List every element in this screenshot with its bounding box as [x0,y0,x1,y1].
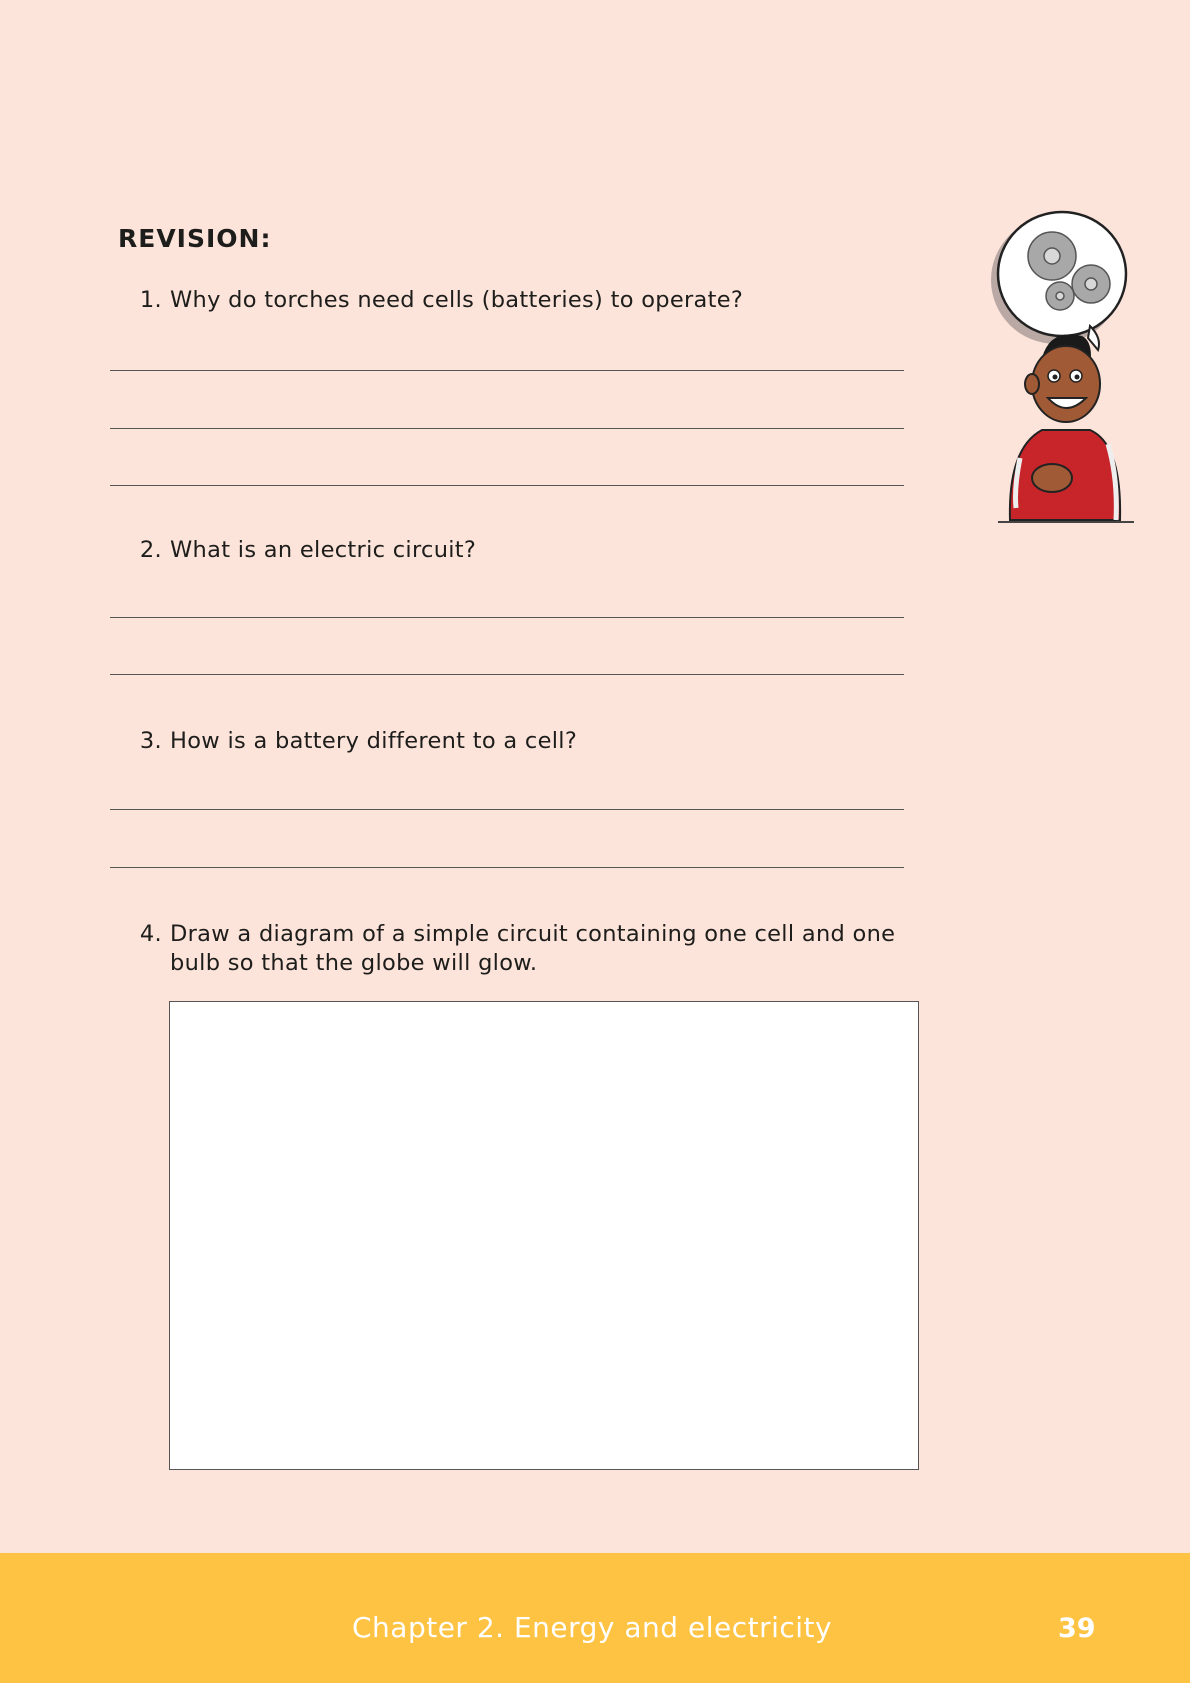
diagram-drawing-box[interactable] [169,1001,919,1470]
answer-line[interactable] [110,617,904,618]
answer-line[interactable] [110,485,904,486]
question-number: 1. [139,287,162,313]
question-number: 4. [139,921,162,947]
question-text-line-2: bulb so that the globe will glow. [170,950,538,976]
answer-line[interactable] [110,428,904,429]
answer-line[interactable] [110,674,904,675]
chapter-title: Chapter 2. Energy and electricity [352,1611,833,1644]
page-number: 39 [1058,1613,1096,1644]
answer-line[interactable] [110,867,904,868]
thinking-boy-mascot-icon [991,210,1134,523]
question-number: 3. [139,728,162,754]
question-text: How is a battery different to a cell? [170,728,578,754]
question-text: What is an electric circuit? [170,537,477,563]
question-text-line-1: Draw a diagram of a simple circuit conta… [170,921,896,947]
question-text: Why do torches need cells (batteries) to… [170,287,744,313]
answer-line[interactable] [110,809,904,810]
answer-line[interactable] [110,370,904,371]
revision-heading: REVISION: [118,224,272,253]
question-text: Draw a diagram of a simple circuit conta… [170,920,950,978]
question-number: 2. [139,537,162,563]
page-footer: Chapter 2. Energy and electricity 39 [0,1553,1190,1683]
